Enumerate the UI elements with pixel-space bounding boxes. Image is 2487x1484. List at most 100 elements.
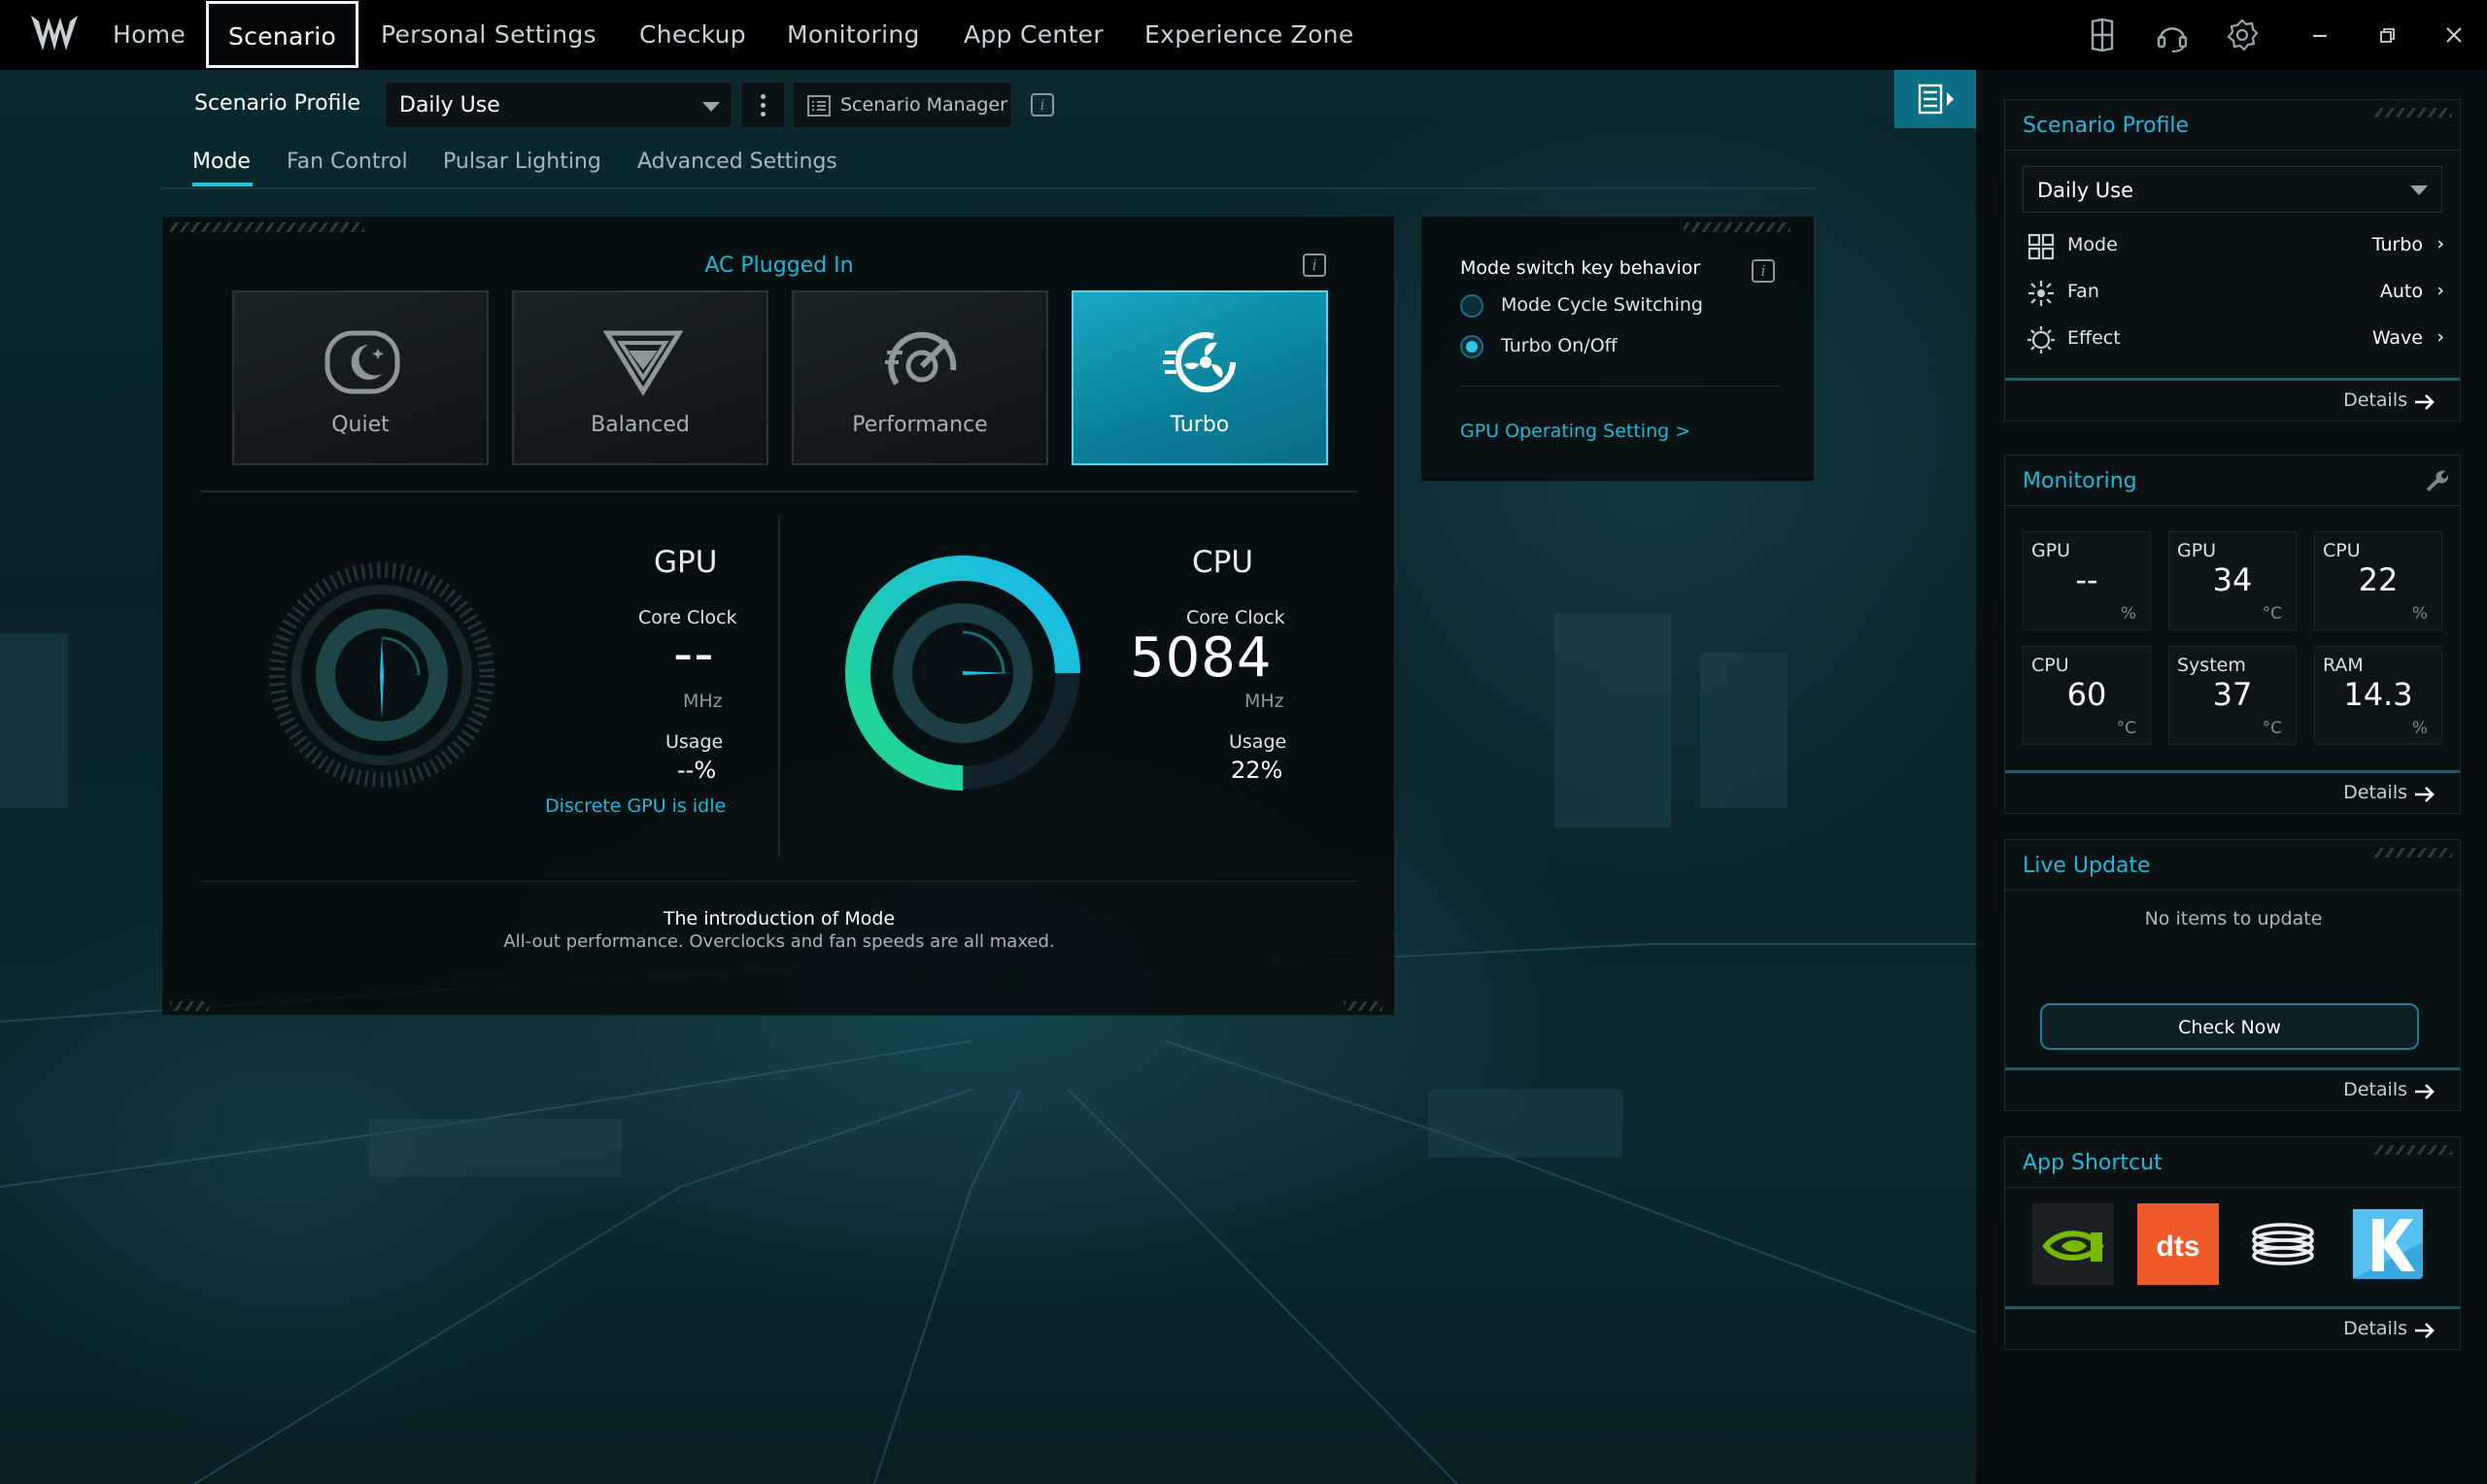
tab-pulsar-lighting[interactable]: Pulsar Lighting [443, 150, 601, 174]
mode-label-performance: Performance [852, 413, 988, 437]
info-icon[interactable]: i [1303, 253, 1326, 277]
decor-hatch [170, 222, 364, 232]
chevron-right-icon: › [2436, 280, 2444, 301]
switch-behavior-title: Mode switch key behavior [1460, 257, 1701, 279]
monitor-tile-cpu-usage: CPU 22 % [2314, 531, 2442, 630]
dts-icon[interactable]: dts [2137, 1203, 2219, 1285]
divider [1460, 386, 1781, 387]
tile-unit: % [2411, 604, 2428, 624]
row-value: Auto [2379, 281, 2423, 302]
mode-card-performance[interactable]: Performance [792, 290, 1048, 465]
tile-name: GPU [2177, 540, 2217, 561]
tile-value: 60 [2066, 676, 2107, 713]
details-link[interactable]: Details [2005, 770, 2460, 813]
radio-mode-cycle[interactable] [1460, 294, 1483, 318]
info-icon[interactable]: i [1752, 259, 1775, 283]
k-app-icon[interactable] [2347, 1203, 2429, 1285]
moon-icon [324, 330, 400, 394]
restore-icon[interactable] [2367, 16, 2405, 54]
panel-collapse-icon [1918, 84, 1954, 115]
tab-fan-control[interactable]: Fan Control [287, 150, 408, 174]
divider [201, 881, 1357, 882]
info-icon[interactable]: i [1031, 93, 1054, 117]
decor-hatch [2374, 108, 2452, 118]
details-link[interactable]: Details [2005, 1306, 2460, 1349]
scenario-profile-card: Scenario Profile Daily Use Mode Turbo › … [2004, 99, 2461, 422]
mode-card-turbo[interactable]: Turbo [1072, 290, 1328, 465]
coil-app-icon[interactable] [2242, 1203, 2324, 1285]
sidebar-row-effect[interactable]: Effect Wave › [2023, 320, 2444, 358]
nav-checkup[interactable]: Checkup [639, 0, 746, 70]
tile-value: 22 [2358, 561, 2399, 598]
tile-name: System [2177, 655, 2246, 676]
scenario-profile-dropdown[interactable]: Daily Use [385, 82, 732, 128]
mode-card-quiet[interactable]: Quiet [232, 290, 489, 465]
wrench-icon[interactable] [2423, 467, 2448, 492]
chevron-down-icon [2410, 186, 2428, 195]
tile-value: 14.3 [2343, 676, 2413, 713]
tile-value: -- [2075, 561, 2098, 598]
nav-experience-zone[interactable]: Experience Zone [1144, 0, 1354, 70]
cpu-title: CPU [1192, 545, 1254, 580]
decor-hatch [2374, 848, 2452, 858]
gpu-operating-setting-link[interactable]: GPU Operating Setting > [1460, 421, 1690, 442]
sidebar-row-mode[interactable]: Mode Turbo › [2023, 226, 2444, 265]
sidebar-profile-dropdown[interactable]: Daily Use [2023, 166, 2442, 213]
card-title: App Shortcut [2023, 1151, 2163, 1175]
tile-unit: °C [2262, 604, 2282, 624]
gpu-usage-value: --% [677, 757, 717, 784]
cpu-clock-label: Core Clock [1186, 607, 1285, 628]
more-options-button[interactable] [740, 82, 785, 128]
arrow-right-icon [2415, 394, 2435, 410]
predator-logo [31, 16, 78, 51]
card-header: App Shortcut [2005, 1137, 2460, 1188]
nav-app-center[interactable]: App Center [964, 0, 1104, 70]
nvidia-icon[interactable] [2032, 1203, 2114, 1285]
turbo-fan-icon [1163, 332, 1236, 392]
nav-monitoring[interactable]: Monitoring [787, 0, 920, 70]
headset-icon[interactable] [2153, 16, 2192, 54]
sun-icon [2027, 326, 2055, 354]
minimize-icon[interactable] [2300, 16, 2339, 54]
tab-mode[interactable]: Mode [192, 150, 251, 174]
mode-label-quiet: Quiet [331, 413, 390, 437]
radio-turbo-onoff[interactable] [1460, 335, 1483, 358]
power-state-label: AC Plugged In [704, 253, 854, 278]
gpu-idle-link[interactable]: Discrete GPU is idle [545, 795, 726, 817]
scenario-manager-label: Scenario Manager [840, 94, 1007, 116]
nav-scenario[interactable]: Scenario [206, 1, 359, 68]
settings-gear-icon[interactable] [2223, 16, 2262, 54]
card-header: Live Update [2005, 840, 2460, 891]
scenario-manager-button[interactable]: Scenario Manager [793, 82, 1012, 128]
tile-name: GPU [2031, 540, 2071, 561]
details-label: Details [2343, 1079, 2407, 1100]
nav-personal-settings[interactable]: Personal Settings [381, 0, 596, 70]
mode-label-balanced: Balanced [591, 413, 690, 437]
details-link[interactable]: Details [2005, 378, 2460, 421]
decor-hatch [170, 1001, 209, 1011]
mode-switch-panel: Mode switch key behavior i Mode Cycle Sw… [1420, 216, 1815, 482]
row-value: Wave [2371, 327, 2423, 349]
close-icon[interactable] [2435, 16, 2473, 54]
sidebar-row-fan[interactable]: Fan Auto › [2023, 273, 2444, 312]
mode-panel: AC Plugged In i Quiet Balanced Performan… [161, 216, 1395, 1016]
divider [778, 516, 780, 856]
gpu-gauge [269, 562, 494, 788]
cpu-clock-unit: MHz [1244, 691, 1284, 712]
tab-advanced-settings[interactable]: Advanced Settings [637, 150, 837, 174]
speedometer-icon [885, 331, 957, 386]
scenario-profile-label: Scenario Profile [194, 91, 361, 116]
keyboard-icon[interactable] [2083, 16, 2122, 54]
tile-name: CPU [2323, 540, 2361, 561]
monitor-tile-system-temp: System 37 °C [2168, 646, 2297, 745]
check-now-button[interactable]: Check Now [2040, 1003, 2419, 1050]
live-update-card: Live Update No items to update Check Now… [2004, 839, 2461, 1111]
mode-card-balanced[interactable]: Balanced [512, 290, 768, 465]
details-link[interactable]: Details [2005, 1067, 2460, 1110]
mode-label-turbo: Turbo [1170, 413, 1230, 437]
monitor-tile-cpu-temp: CPU 60 °C [2023, 646, 2151, 745]
divider [201, 490, 1357, 492]
sidebar-toggle-button[interactable] [1894, 70, 1976, 128]
tile-unit: % [2120, 604, 2136, 624]
nav-home[interactable]: Home [113, 0, 186, 70]
